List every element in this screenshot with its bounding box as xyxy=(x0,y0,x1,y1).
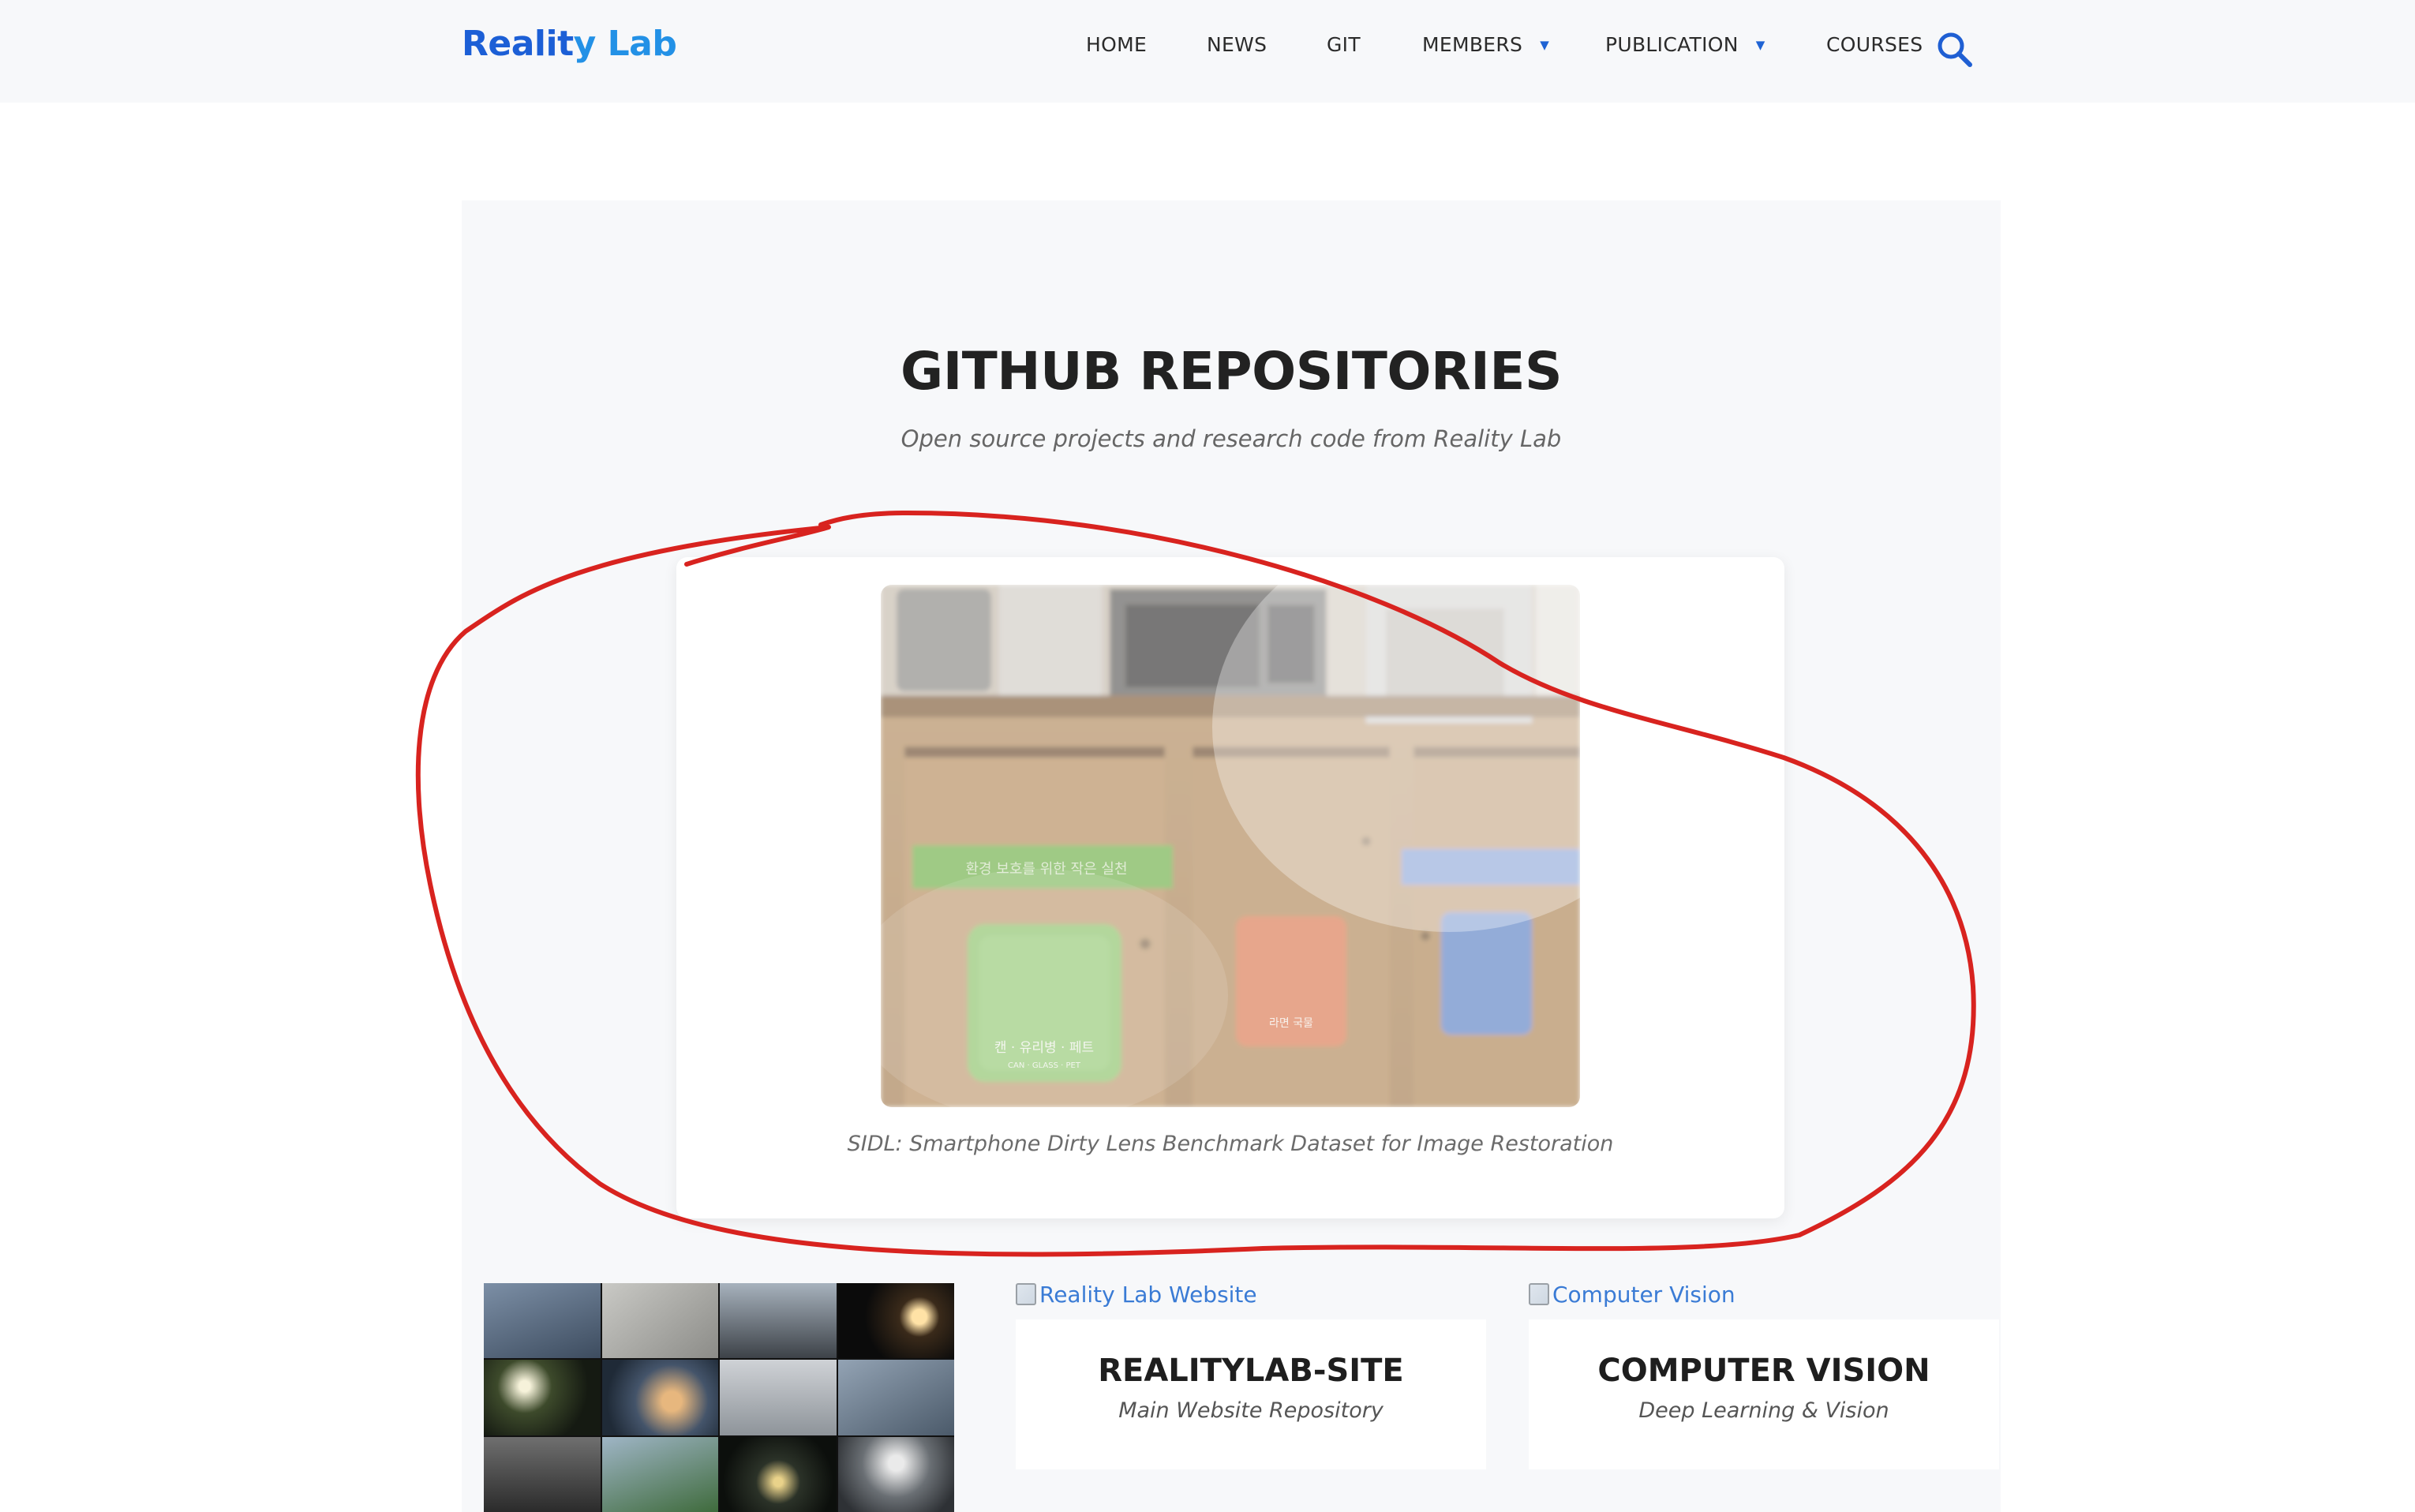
page-subtitle: Open source projects and research code f… xyxy=(900,425,1562,452)
page-title: GITHUB REPOSITORIES xyxy=(900,341,1562,402)
search-button[interactable] xyxy=(1934,28,1976,71)
repositories-section: GITHUB REPOSITORIES Open source projects… xyxy=(462,200,2001,1512)
nav-git[interactable]: GIT xyxy=(1327,33,1361,56)
nav-publication[interactable]: PUBLICATION ▼ xyxy=(1605,33,1765,56)
mosaic-tile xyxy=(720,1360,837,1435)
featured-repo-caption: SIDL: Smartphone Dirty Lens Benchmark Da… xyxy=(847,1132,1614,1156)
nav-courses[interactable]: COURSES xyxy=(1826,33,1923,56)
repo-title: COMPUTER VISION xyxy=(1597,1353,1930,1389)
site-header: Reality Lab HOME NEWS GIT MEMBERS ▼ PUBLI… xyxy=(0,0,2415,103)
restoration-results-mosaic[interactable] xyxy=(484,1283,954,1512)
repo-subtitle: Main Website Repository xyxy=(1118,1398,1383,1423)
featured-repo-card[interactable]: 환경 보호를 위한 작은 실천 캔 · 유리병 · 페트 CAN · GLASS… xyxy=(676,557,1784,1218)
caret-down-icon: ▼ xyxy=(1755,38,1765,52)
reality-lab-website-image[interactable]: Reality Lab Website xyxy=(1016,1282,1257,1308)
repo-title: REALITYLAB-SITE xyxy=(1098,1353,1404,1389)
repo-card-realitylab-site[interactable]: REALITYLAB-SITE Main Website Repository xyxy=(1016,1319,1486,1469)
featured-repo-image[interactable]: 환경 보호를 위한 작은 실천 캔 · 유리병 · 페트 CAN · GLASS… xyxy=(881,585,1580,1107)
mosaic-tile xyxy=(720,1283,837,1359)
repo-card-computer-vision[interactable]: COMPUTER VISION Deep Learning & Vision xyxy=(1529,1319,1999,1469)
mosaic-tile xyxy=(601,1436,718,1512)
nav-members[interactable]: MEMBERS ▼ xyxy=(1422,33,1549,56)
nav-members-label: MEMBERS xyxy=(1422,33,1523,56)
nav-publication-label: PUBLICATION xyxy=(1605,33,1739,56)
nav-news[interactable]: NEWS xyxy=(1207,33,1267,56)
mosaic-tile xyxy=(837,1436,954,1512)
caret-down-icon: ▼ xyxy=(1540,38,1550,52)
repo-subtitle: Deep Learning & Vision xyxy=(1638,1398,1889,1423)
computer-vision-image[interactable]: Computer Vision xyxy=(1529,1282,1735,1308)
mosaic-tile xyxy=(601,1360,718,1435)
mosaic-tile xyxy=(837,1360,954,1435)
mosaic-tile xyxy=(601,1283,718,1359)
main-nav: HOME NEWS GIT MEMBERS ▼ PUBLICATION ▼ COUR… xyxy=(0,33,2415,65)
mosaic-tile xyxy=(484,1360,601,1435)
dirty-lens-photo: 환경 보호를 위한 작은 실천 캔 · 유리병 · 페트 CAN · GLASS… xyxy=(881,585,1580,1107)
mosaic-tile xyxy=(484,1283,601,1359)
mosaic-tile xyxy=(484,1436,601,1512)
mosaic-tile xyxy=(720,1436,837,1512)
search-icon xyxy=(1938,32,1972,67)
mosaic-tile xyxy=(837,1283,954,1359)
nav-home[interactable]: HOME xyxy=(1086,33,1147,56)
